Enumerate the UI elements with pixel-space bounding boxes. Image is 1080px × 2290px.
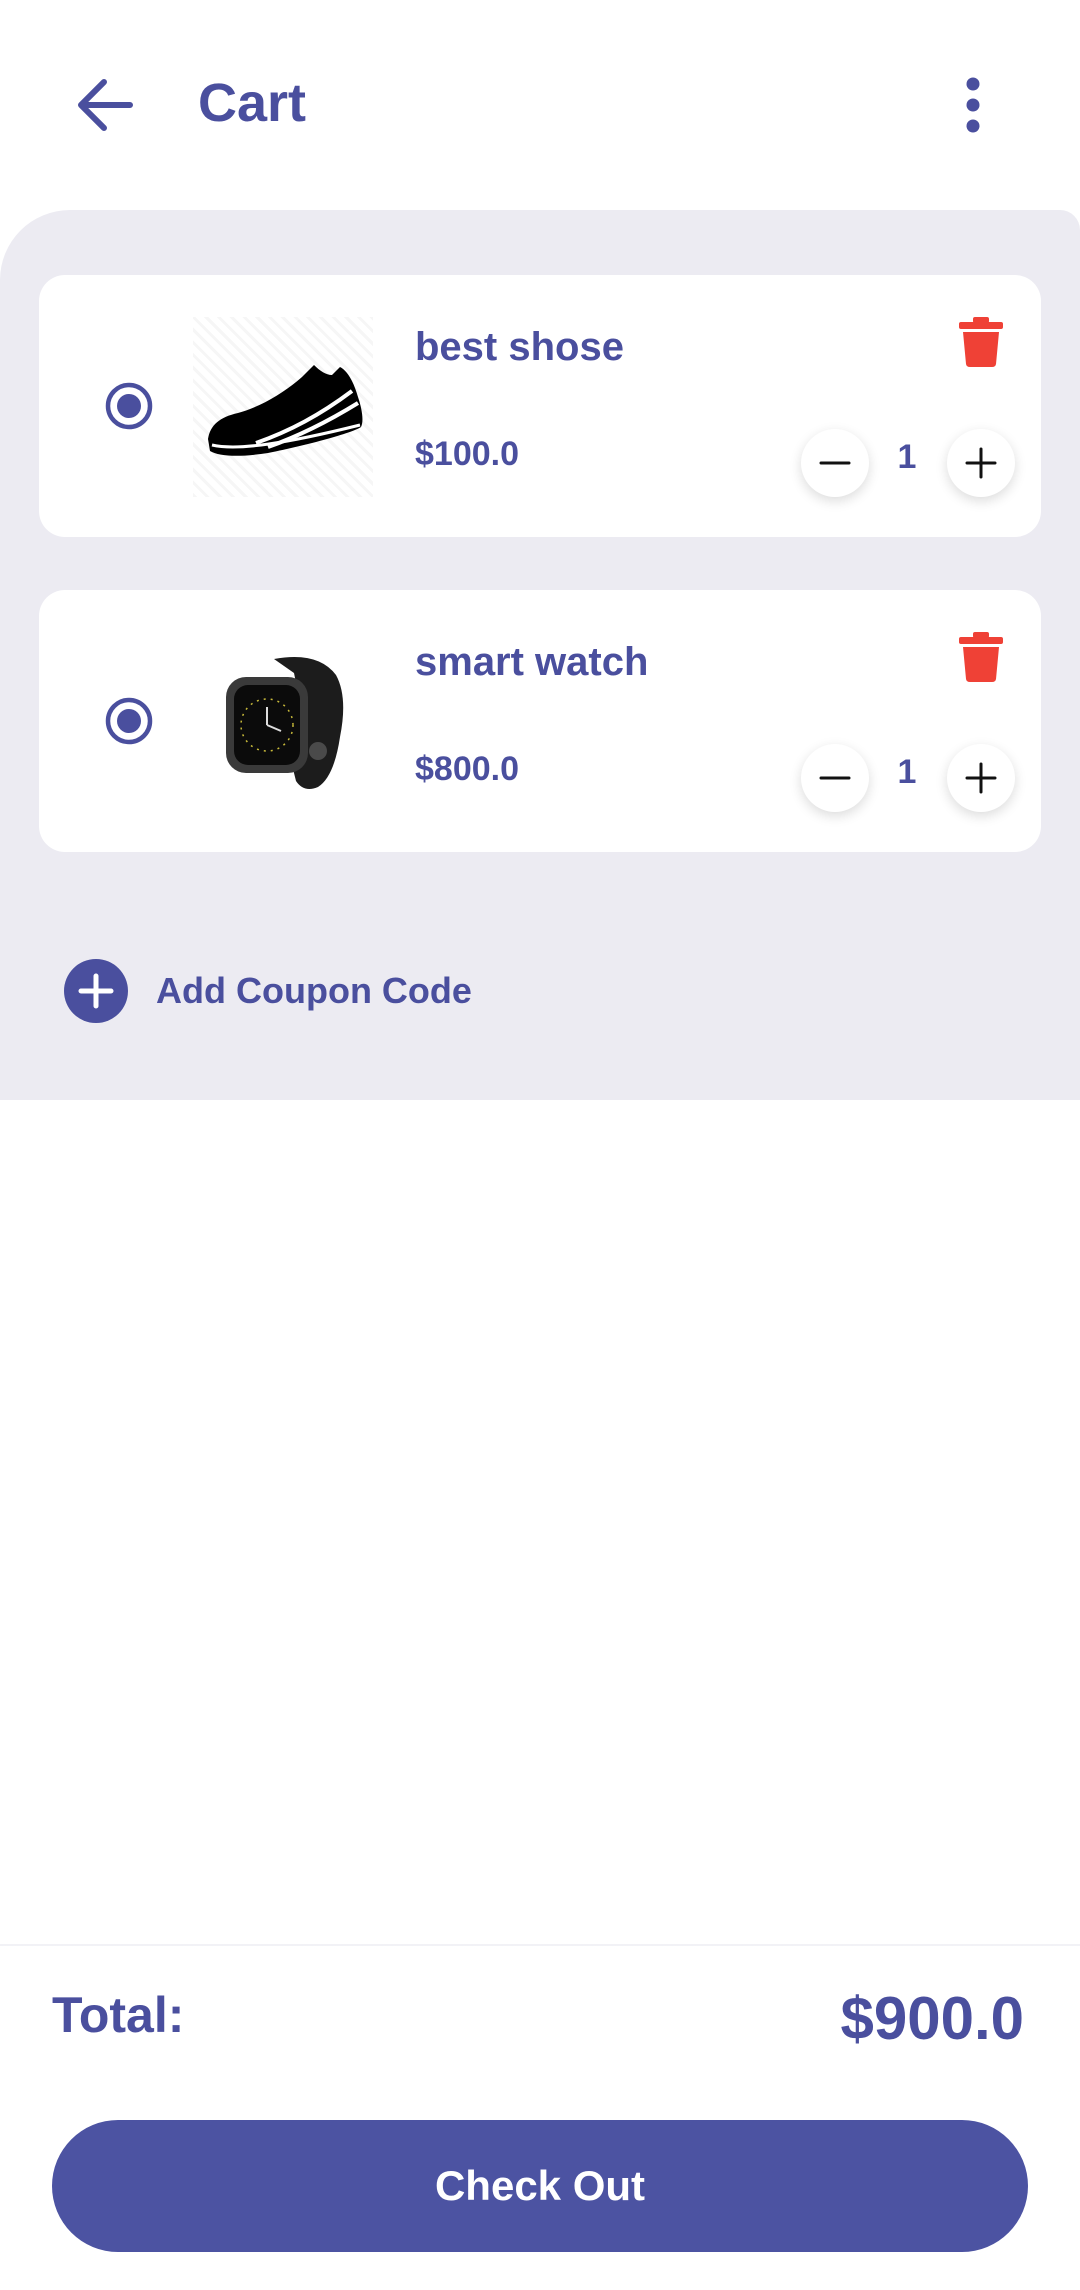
plus-icon bbox=[965, 762, 997, 794]
page-title: Cart bbox=[198, 73, 307, 133]
cart-item-card: best shose $100.0 1 bbox=[39, 275, 1041, 537]
coupon-label: Add Coupon Code bbox=[156, 970, 472, 1011]
sneaker-image bbox=[193, 317, 373, 497]
back-button[interactable] bbox=[70, 70, 140, 140]
smartwatch-image bbox=[193, 632, 373, 812]
item-name: smart watch bbox=[415, 640, 649, 684]
add-circle-icon bbox=[64, 959, 128, 1023]
quantity-value: 1 bbox=[897, 438, 917, 476]
item-price: $100.0 bbox=[415, 435, 519, 473]
delete-trash-icon[interactable] bbox=[959, 317, 1003, 367]
increase-quantity-button[interactable] bbox=[947, 744, 1015, 812]
add-coupon-button[interactable]: Add Coupon Code bbox=[64, 958, 472, 1024]
total-label: Total: bbox=[52, 1987, 185, 2043]
more-vertical-icon bbox=[966, 77, 980, 133]
delete-trash-icon[interactable] bbox=[959, 632, 1003, 682]
radio-selected-icon[interactable] bbox=[105, 697, 153, 745]
checkout-bar: Total: $900.0 Check Out bbox=[0, 1944, 1080, 2290]
increase-quantity-button[interactable] bbox=[947, 429, 1015, 497]
quantity-value: 1 bbox=[897, 753, 917, 791]
back-arrow-icon bbox=[78, 79, 133, 131]
more-options-button[interactable] bbox=[948, 70, 998, 140]
app-header: Cart bbox=[0, 0, 1080, 210]
decrease-quantity-button[interactable] bbox=[801, 429, 869, 497]
plus-icon bbox=[965, 447, 997, 479]
minus-icon bbox=[819, 461, 851, 465]
decrease-quantity-button[interactable] bbox=[801, 744, 869, 812]
smartwatch-icon bbox=[226, 657, 344, 789]
sneaker-icon bbox=[208, 365, 363, 456]
cart-item-card: smart watch $800.0 1 bbox=[39, 590, 1041, 852]
checkout-button[interactable]: Check Out bbox=[52, 2120, 1028, 2252]
item-price: $800.0 bbox=[415, 750, 519, 788]
minus-icon bbox=[819, 776, 851, 780]
radio-selected-icon[interactable] bbox=[105, 382, 153, 430]
total-value: $900.0 bbox=[840, 1985, 1024, 2052]
item-name: best shose bbox=[415, 325, 624, 369]
